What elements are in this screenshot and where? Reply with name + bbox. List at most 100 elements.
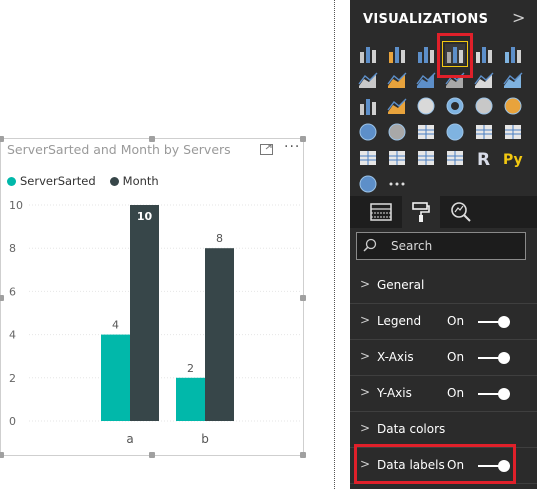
- python-visual-icon[interactable]: Py: [503, 148, 523, 168]
- gauge-icon[interactable]: [445, 122, 465, 142]
- bar-serversarted-a: [101, 334, 130, 421]
- analytics-magnifier-icon: [451, 202, 471, 222]
- legend-label: Month: [122, 174, 159, 188]
- slicer-icon[interactable]: [387, 148, 407, 168]
- format-section-legend[interactable]: > Legend On: [350, 304, 537, 340]
- format-section-x-axis[interactable]: > X-Axis On: [350, 340, 537, 376]
- r-visual-icon[interactable]: R: [474, 148, 494, 170]
- toggle-knob: [498, 316, 510, 328]
- search-icon: [363, 238, 377, 252]
- section-label: Data colors: [377, 422, 446, 436]
- bar-month-b: [205, 248, 234, 421]
- format-section-data-colors[interactable]: > Data colors: [350, 412, 537, 448]
- data-label: 8: [216, 232, 223, 245]
- y-tick-label: 8: [9, 242, 16, 255]
- y-tick-label: 6: [9, 285, 16, 298]
- line-and-clustered-column-chart-icon[interactable]: [474, 70, 494, 90]
- waterfall-chart-icon[interactable]: [358, 96, 378, 116]
- x-tick-label: b: [201, 432, 209, 446]
- treemap-icon[interactable]: [474, 96, 494, 116]
- toggle-switch[interactable]: [478, 352, 510, 364]
- section-label: General: [377, 278, 425, 292]
- toggle-switch[interactable]: [478, 316, 510, 328]
- toggle-switch[interactable]: [478, 388, 510, 400]
- scatter-chart-icon[interactable]: [387, 96, 407, 116]
- bar-month-a: [130, 205, 159, 421]
- table-icon[interactable]: [416, 148, 436, 168]
- kpi-icon[interactable]: [358, 148, 378, 168]
- resize-handle-top-right[interactable]: [300, 136, 306, 142]
- svg-text:R: R: [477, 150, 490, 168]
- toggle-knob: [498, 352, 510, 364]
- focus-mode-icon[interactable]: [260, 144, 273, 155]
- canvas-divider: [334, 0, 335, 489]
- toggle-knob: [498, 388, 510, 400]
- expand-chevron-icon[interactable]: >: [360, 313, 370, 327]
- y-tick-label: 4: [9, 329, 16, 342]
- expand-chevron-icon[interactable]: >: [360, 421, 370, 435]
- donut-chart-icon[interactable]: [445, 96, 465, 116]
- line-chart-icon[interactable]: [358, 70, 378, 90]
- expand-chevron-icon[interactable]: >: [360, 385, 370, 399]
- selected-visual-highlight: [437, 33, 473, 78]
- legend-item-serversarted[interactable]: ServerSarted: [7, 174, 96, 188]
- pane-tabs: [350, 196, 537, 228]
- stacked-bar-chart-icon[interactable]: [358, 44, 378, 64]
- multi-row-card-icon[interactable]: [503, 122, 523, 142]
- svg-text:Py: Py: [503, 152, 523, 168]
- visualizations-pane: VISUALIZATIONS > R Py Search > General >…: [350, 0, 537, 489]
- tab-fields[interactable]: [362, 196, 400, 228]
- section-label: Legend: [377, 314, 422, 328]
- toggle-state-label: On: [447, 314, 465, 328]
- funnel-icon[interactable]: [416, 122, 436, 142]
- tab-format[interactable]: [402, 196, 440, 228]
- collapse-pane-icon[interactable]: >: [512, 8, 525, 27]
- matrix-icon[interactable]: [445, 148, 465, 168]
- data-labels-highlight: [354, 444, 516, 484]
- bar-serversarted-b: [176, 377, 205, 421]
- format-section-y-axis[interactable]: > Y-Axis On: [350, 376, 537, 412]
- tab-analytics[interactable]: [442, 196, 480, 228]
- stacked-area-chart-icon[interactable]: [416, 70, 436, 90]
- legend-marker: [7, 176, 16, 186]
- chart-legend: ServerSarted Month: [7, 174, 159, 188]
- data-label: 4: [112, 319, 119, 332]
- chart-visual[interactable]: ServerSarted and Month by Servers ··· Se…: [0, 136, 306, 458]
- search-placeholder: Search: [391, 239, 433, 253]
- y-tick-label: 2: [9, 372, 16, 385]
- legend-item-month[interactable]: Month: [109, 174, 159, 188]
- data-label: 2: [187, 362, 194, 375]
- globe-icon[interactable]: [358, 174, 378, 194]
- map-icon[interactable]: [503, 96, 523, 116]
- stacked-column-chart-icon[interactable]: [387, 44, 407, 64]
- section-label: X-Axis: [377, 350, 414, 364]
- pane-title: VISUALIZATIONS: [363, 12, 489, 27]
- area-chart-icon[interactable]: [387, 70, 407, 90]
- more-options-icon[interactable]: ···: [284, 139, 300, 155]
- toggle-state-label: On: [447, 350, 465, 364]
- legend-label: ServerSarted: [20, 174, 96, 188]
- y-tick-label: 10: [9, 199, 23, 212]
- paint-roller-icon: [412, 202, 430, 222]
- 100-percent-bar-chart-icon[interactable]: [474, 44, 494, 64]
- x-tick-label: a: [126, 432, 133, 446]
- shape-map-icon[interactable]: [387, 122, 407, 142]
- expand-chevron-icon[interactable]: >: [360, 349, 370, 363]
- more-visuals-icon[interactable]: [387, 174, 407, 194]
- card-icon[interactable]: [474, 122, 494, 142]
- legend-marker: [109, 176, 119, 186]
- format-search-input[interactable]: Search: [356, 232, 526, 260]
- format-section-general[interactable]: > General: [350, 268, 537, 304]
- toggle-state-label: On: [447, 386, 465, 400]
- fields-icon: [370, 203, 392, 221]
- expand-chevron-icon[interactable]: >: [360, 277, 370, 291]
- 100-percent-column-chart-icon[interactable]: [503, 44, 523, 64]
- pie-chart-icon[interactable]: [416, 96, 436, 116]
- y-tick-label: 0: [9, 415, 16, 428]
- data-label: 10: [137, 210, 153, 223]
- filled-map-icon[interactable]: [358, 122, 378, 142]
- resize-handle-top-left[interactable]: [0, 136, 4, 142]
- clustered-bar-chart-icon[interactable]: [416, 44, 436, 64]
- column-chart: 0 2 4 6 8 10 4 10 a 2 8 b: [9, 199, 301, 446]
- ribbon-chart-icon[interactable]: [503, 70, 523, 90]
